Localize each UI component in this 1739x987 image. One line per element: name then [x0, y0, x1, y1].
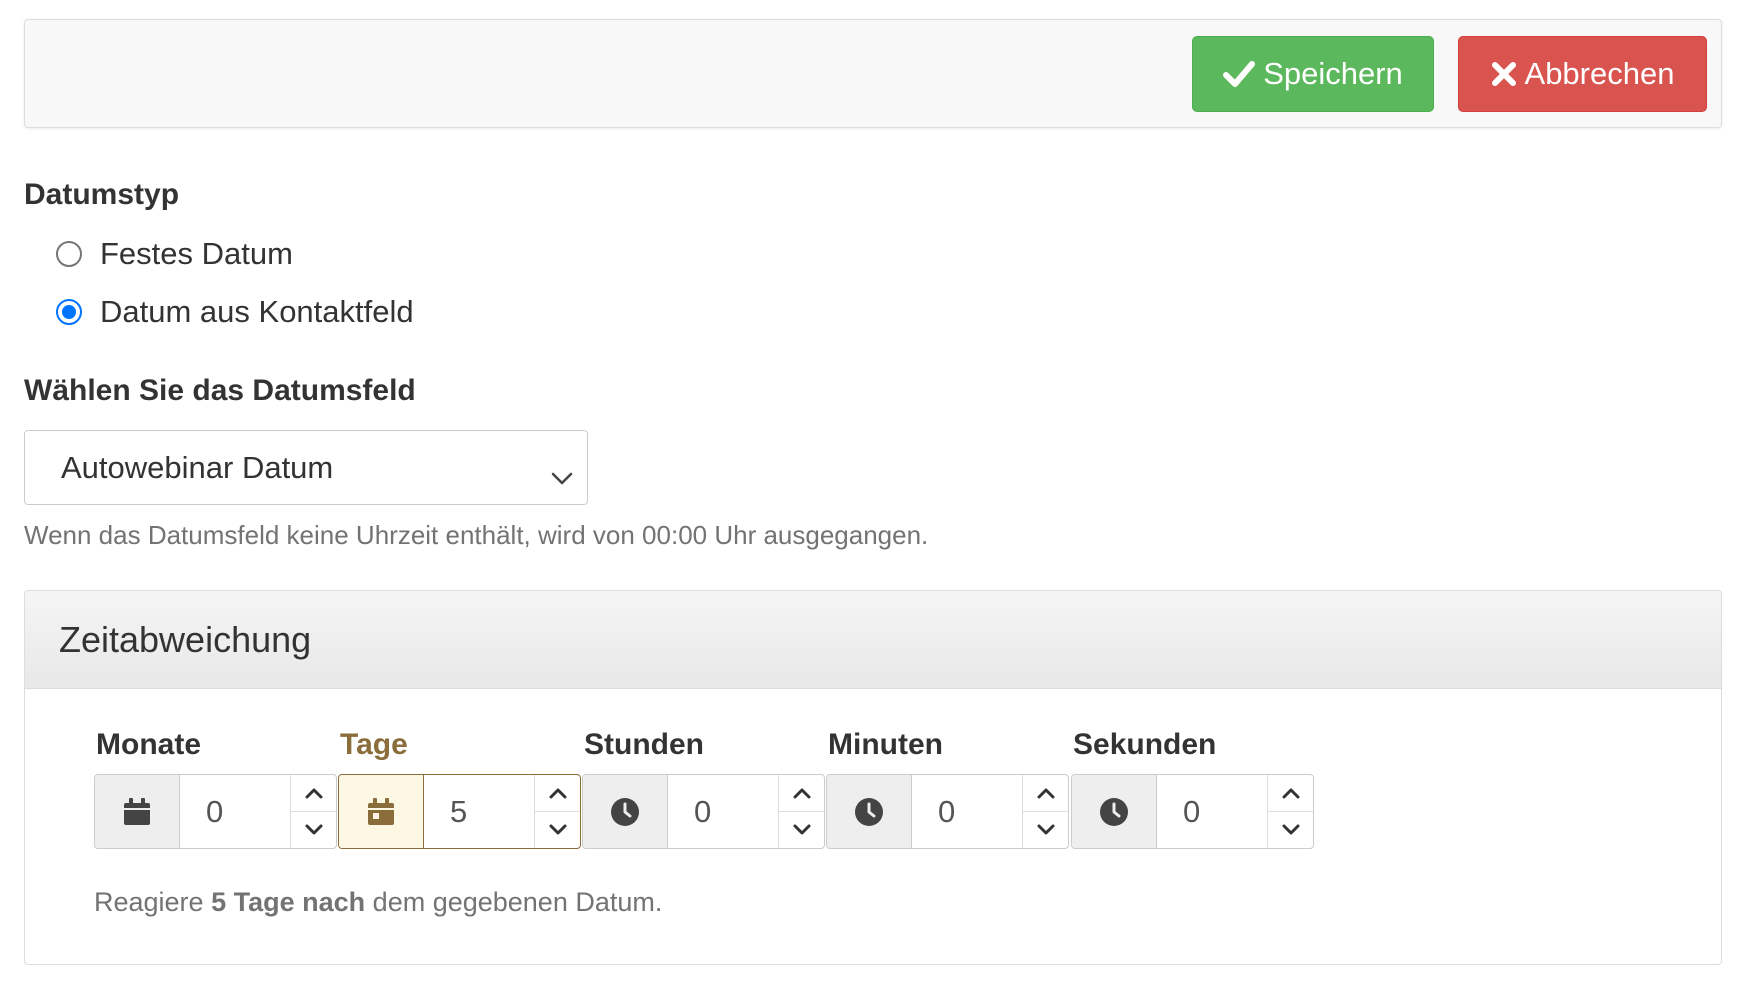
chevron-up-icon[interactable]: [535, 775, 580, 812]
chevron-down-icon[interactable]: [535, 812, 580, 848]
field-minutes: Minuten 0: [826, 728, 1069, 849]
months-stepper[interactable]: [290, 775, 336, 848]
panel-title-text: Zeitabweichung: [59, 618, 312, 660]
time-offset-panel-title: Zeitabweichung: [25, 591, 1721, 689]
field-months: Monate 0: [94, 728, 337, 849]
clock-icon: [827, 775, 912, 848]
hours-input[interactable]: 0: [668, 775, 778, 848]
date-field-select[interactable]: Autowebinar Datum: [24, 430, 588, 505]
chevron-up-icon[interactable]: [1268, 775, 1313, 812]
clock-icon: [583, 775, 668, 848]
months-label: Monate: [96, 728, 201, 761]
page: Speichern Abbrechen Datumstyp Festes Dat…: [0, 0, 1739, 987]
offset-summary: Reagiere 5 Tage nach dem gegebenen Datum…: [94, 887, 662, 918]
seconds-label: Sekunden: [1073, 728, 1217, 761]
radio-fixed-date[interactable]: Festes Datum: [56, 236, 293, 272]
hours-input-group: 0: [582, 774, 825, 849]
seconds-input-group: 0: [1071, 774, 1314, 849]
minutes-stepper[interactable]: [1022, 775, 1068, 848]
minutes-input[interactable]: 0: [912, 775, 1022, 848]
summary-prefix: Reagiere: [94, 887, 204, 917]
radio-contact-field-date-label: Datum aus Kontaktfeld: [100, 294, 414, 329]
cancel-button[interactable]: Abbrechen: [1458, 36, 1707, 112]
field-days: Tage 5: [338, 728, 581, 849]
calendar-icon: [339, 775, 424, 848]
toolbar: Speichern Abbrechen: [24, 19, 1722, 128]
hours-stepper[interactable]: [778, 775, 824, 848]
chevron-down-icon[interactable]: [291, 812, 336, 848]
radio-fixed-date-label: Festes Datum: [100, 236, 293, 271]
chevron-down-icon[interactable]: [1023, 812, 1068, 848]
days-label: Tage: [340, 728, 408, 761]
date-field-label: Wählen Sie das Datumsfeld: [24, 374, 416, 407]
chevron-up-icon[interactable]: [779, 775, 824, 812]
days-input[interactable]: 5: [424, 775, 535, 848]
date-field-select-value: Autowebinar Datum: [61, 449, 334, 485]
radio-contact-field-date[interactable]: Datum aus Kontaktfeld: [56, 294, 414, 330]
summary-suffix: dem gegebenen Datum.: [372, 887, 663, 917]
seconds-input[interactable]: 0: [1157, 775, 1267, 848]
time-offset-panel: Zeitabweichung Monate 0 Tage 5 Stunden 0…: [24, 590, 1722, 965]
months-input-group: 0: [94, 774, 337, 849]
field-seconds: Sekunden 0: [1071, 728, 1314, 849]
days-input-group: 5: [338, 774, 581, 849]
close-icon: [1491, 61, 1517, 87]
chevron-down-icon[interactable]: [779, 812, 824, 848]
chevron-up-icon[interactable]: [291, 775, 336, 812]
save-button[interactable]: Speichern: [1192, 36, 1434, 112]
days-stepper[interactable]: [534, 775, 580, 848]
seconds-stepper[interactable]: [1267, 775, 1313, 848]
chevron-down-icon: [551, 458, 573, 494]
clock-icon: [1072, 775, 1157, 848]
cancel-button-label: Abbrechen: [1524, 56, 1675, 91]
radio-fixed-date-circle[interactable]: [56, 241, 82, 267]
chevron-down-icon[interactable]: [1268, 812, 1313, 848]
hours-label: Stunden: [584, 728, 704, 761]
check-icon: [1223, 60, 1256, 88]
field-hours: Stunden 0: [582, 728, 825, 849]
calendar-icon: [95, 775, 180, 848]
date-field-help-text: Wenn das Datumsfeld keine Uhrzeit enthäl…: [24, 520, 929, 550]
summary-bold: 5 Tage nach: [211, 887, 366, 917]
date-type-label: Datumstyp: [24, 178, 180, 211]
chevron-up-icon[interactable]: [1023, 775, 1068, 812]
minutes-input-group: 0: [826, 774, 1069, 849]
minutes-label: Minuten: [828, 728, 943, 761]
radio-contact-field-date-circle[interactable]: [56, 299, 82, 325]
months-input[interactable]: 0: [180, 775, 290, 848]
save-button-label: Speichern: [1263, 56, 1403, 91]
